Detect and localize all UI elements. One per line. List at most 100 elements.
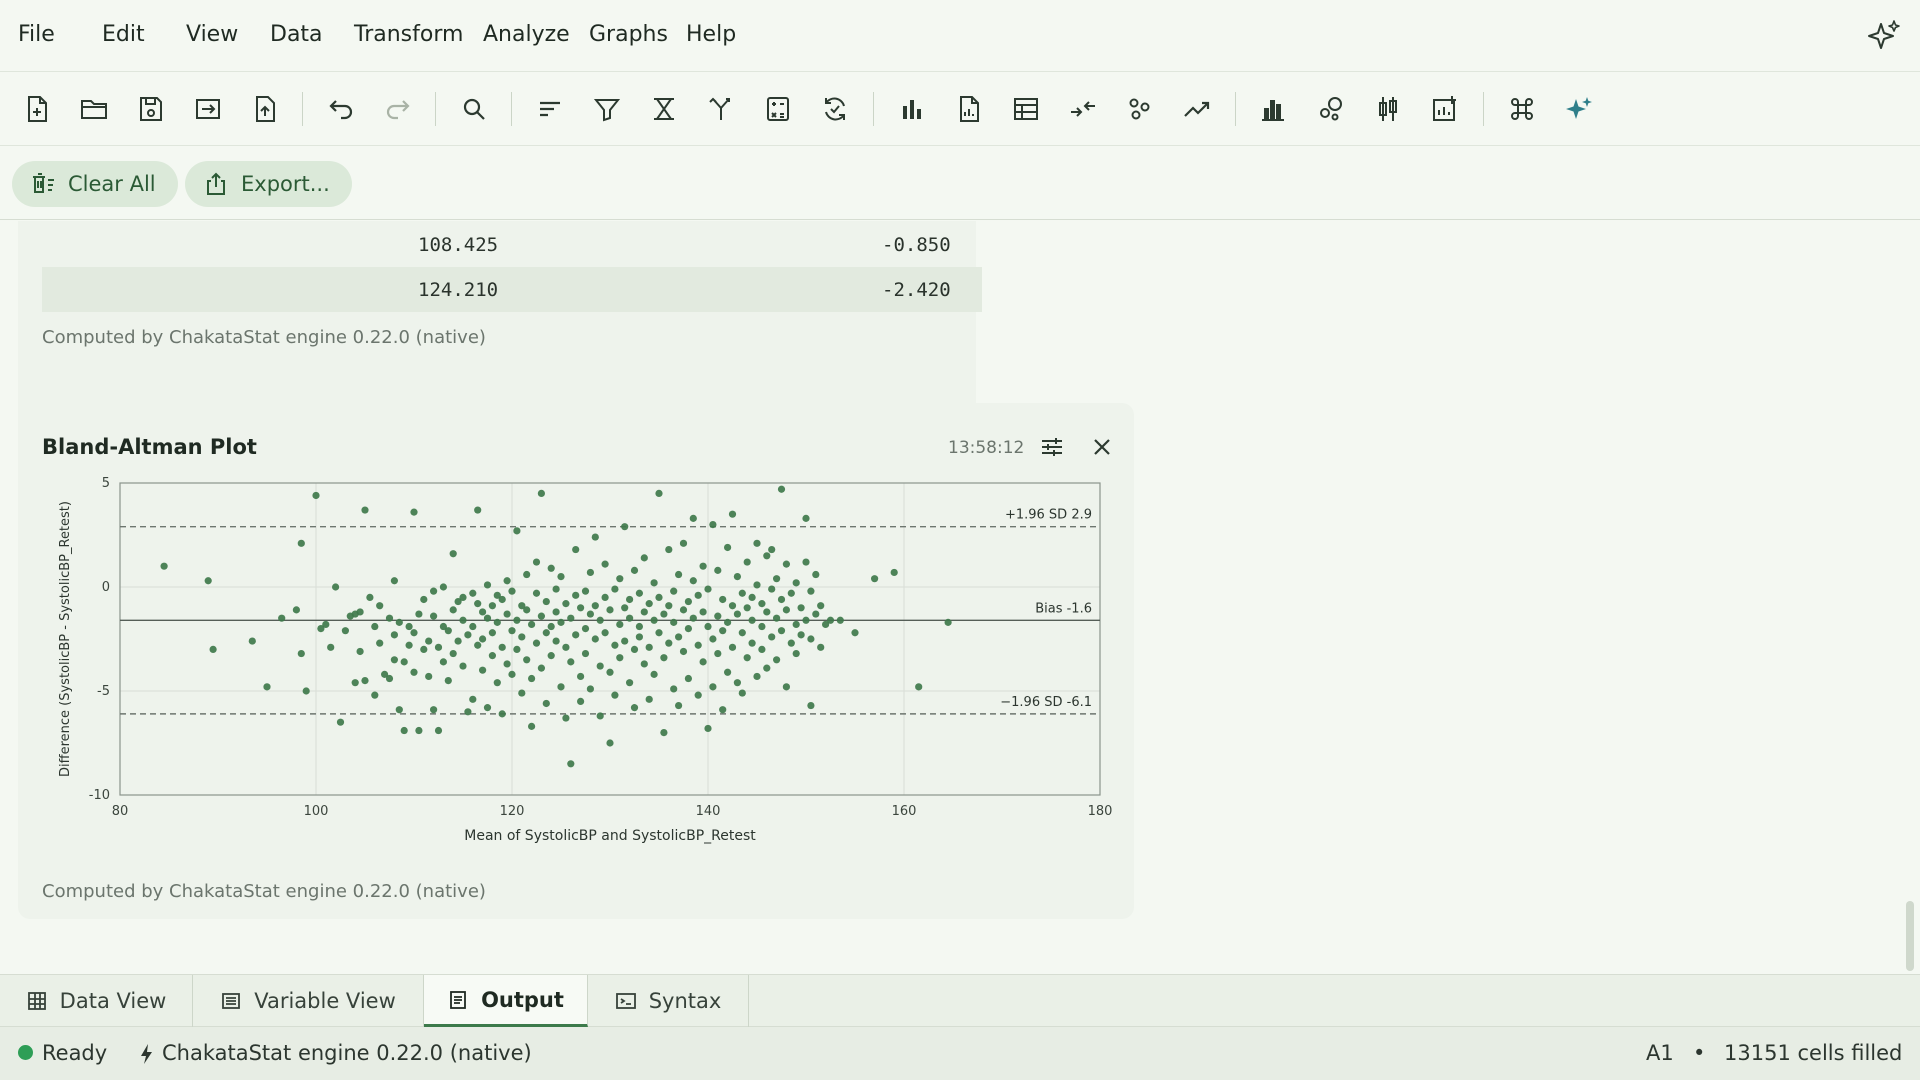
- ai-assist-icon[interactable]: [1560, 90, 1598, 128]
- data-point: [630, 566, 639, 574]
- merge-icon[interactable]: [1064, 90, 1102, 128]
- data-point: [596, 712, 604, 720]
- data-point: [630, 645, 639, 653]
- save-icon[interactable]: [132, 90, 170, 128]
- clear-all-label: Clear All: [68, 172, 156, 196]
- data-point: [464, 631, 472, 639]
- scrollbar-thumb[interactable]: [1906, 901, 1914, 971]
- data-point: [577, 697, 585, 705]
- data-point: [797, 631, 805, 639]
- data-point: [665, 602, 673, 610]
- y-axis-ticks: 5 0 -5 -10: [89, 476, 110, 803]
- select-cases-icon[interactable]: [645, 90, 683, 128]
- data-point: [944, 618, 952, 626]
- bar-chart-icon[interactable]: [893, 90, 931, 128]
- data-point: [405, 641, 413, 649]
- filter-icon[interactable]: [588, 90, 626, 128]
- data-point: [684, 674, 693, 683]
- data-point: [817, 643, 825, 651]
- data-point: [542, 597, 550, 606]
- trend-icon[interactable]: [1178, 90, 1216, 128]
- data-point: [410, 508, 418, 516]
- scatter-icon[interactable]: [1121, 90, 1159, 128]
- new-file-icon[interactable]: [18, 90, 56, 128]
- open-folder-icon[interactable]: [75, 90, 113, 128]
- menu-transform[interactable]: Transform: [354, 22, 463, 47]
- data-point: [812, 610, 820, 618]
- tab-syntax[interactable]: Syntax: [588, 975, 749, 1027]
- clear-all-button[interactable]: Clear All: [12, 161, 178, 207]
- import-icon[interactable]: [189, 90, 227, 128]
- split-file-icon[interactable]: [702, 90, 740, 128]
- sort-icon[interactable]: [531, 90, 569, 128]
- tab-output[interactable]: Output: [424, 975, 588, 1027]
- tab-data-view[interactable]: Data View: [0, 975, 193, 1027]
- data-point: [552, 637, 560, 645]
- data-point: [371, 691, 379, 699]
- menu-data[interactable]: Data: [270, 22, 323, 47]
- data-point: [763, 608, 771, 616]
- sparkle-icon[interactable]: [1866, 18, 1902, 54]
- bubble-icon[interactable]: [1312, 90, 1350, 128]
- tab-variable-view[interactable]: Variable View: [193, 975, 424, 1027]
- compute-icon[interactable]: [759, 90, 797, 128]
- recode-icon[interactable]: [816, 90, 854, 128]
- x-tick-label: 140: [696, 804, 721, 819]
- data-point: [430, 612, 438, 620]
- redo-icon[interactable]: [379, 90, 417, 128]
- menu-edit[interactable]: Edit: [102, 22, 145, 47]
- data-point: [709, 683, 717, 691]
- add-chart-icon[interactable]: [1426, 90, 1464, 128]
- data-point: [719, 706, 727, 714]
- data-point: [724, 618, 732, 626]
- histogram-icon[interactable]: [1255, 90, 1293, 128]
- data-point: [503, 660, 511, 668]
- data-point: [748, 593, 756, 601]
- data-point: [915, 683, 923, 691]
- menu-file[interactable]: File: [18, 22, 55, 47]
- y-tick-label: -5: [97, 684, 110, 699]
- plot-frame: [119, 482, 1101, 796]
- data-point: [474, 506, 482, 514]
- export-button[interactable]: Export...: [185, 161, 352, 207]
- data-point: [557, 618, 565, 626]
- menu-view[interactable]: View: [186, 22, 238, 47]
- output-pane[interactable]: 108.425 -0.850 124.210 -2.420 Computed b…: [0, 221, 1920, 974]
- sliders-icon[interactable]: [1038, 433, 1066, 461]
- menu-analyze[interactable]: Analyze: [483, 22, 570, 47]
- data-point: [297, 649, 305, 658]
- find-icon[interactable]: [455, 90, 493, 128]
- command-icon[interactable]: [1503, 90, 1541, 128]
- data-point: [694, 691, 702, 699]
- data-point: [474, 641, 482, 649]
- menu-help[interactable]: Help: [686, 22, 736, 47]
- data-point: [493, 618, 501, 626]
- export-icon[interactable]: [246, 90, 284, 128]
- data-point: [503, 610, 511, 618]
- data-point: [444, 677, 452, 685]
- data-point: [542, 629, 550, 637]
- data-point: [616, 654, 624, 662]
- data-point: [474, 600, 482, 608]
- data-point: [336, 718, 345, 726]
- report-icon[interactable]: [950, 90, 988, 128]
- data-point: [518, 633, 526, 641]
- data-point: [675, 701, 683, 710]
- close-icon[interactable]: [1088, 433, 1116, 461]
- data-point: [591, 635, 599, 643]
- data-point: [763, 552, 771, 560]
- data-point: [518, 689, 526, 697]
- data-point: [557, 573, 565, 581]
- undo-icon[interactable]: [322, 90, 360, 128]
- data-point: [322, 620, 330, 629]
- table-icon[interactable]: [1007, 90, 1045, 128]
- data-point: [356, 647, 364, 656]
- data-point: [655, 489, 663, 497]
- document-icon: [450, 990, 466, 1009]
- data-point: [449, 550, 457, 558]
- data-point: [890, 568, 898, 577]
- menu-graphs[interactable]: Graphs: [589, 22, 668, 47]
- data-point: [621, 604, 629, 612]
- boxplot-icon[interactable]: [1369, 90, 1407, 128]
- data-point: [488, 652, 496, 660]
